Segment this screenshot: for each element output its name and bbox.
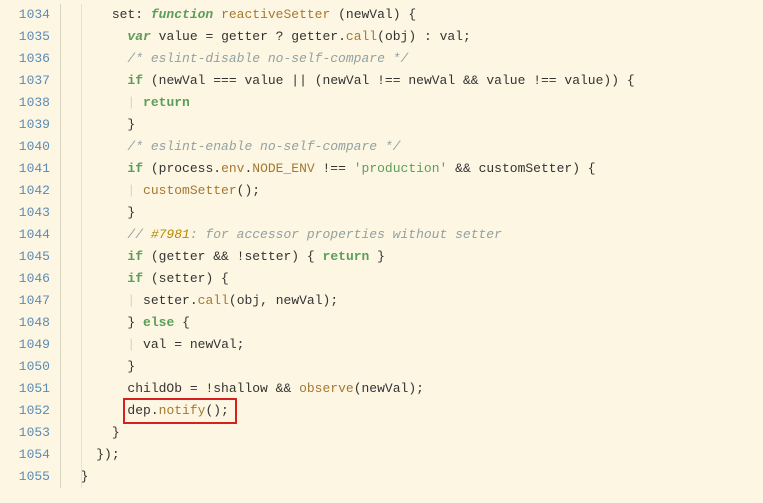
line-number: 1043 [0,202,50,224]
line-number: 1049 [0,334,50,356]
code-line: } [65,114,763,136]
line-number: 1035 [0,26,50,48]
line-number: 1053 [0,422,50,444]
line-number: 1048 [0,312,50,334]
code-line: // #7981: for accessor properties withou… [65,224,763,246]
code-editor: 1034 1035 1036 1037 1038 1039 1040 1041 … [0,0,763,492]
code-line: | customSetter(); [65,180,763,202]
line-number: 1051 [0,378,50,400]
line-number: 1037 [0,70,50,92]
code-line: dep.notify(); [65,400,763,422]
line-number: 1042 [0,180,50,202]
line-number: 1044 [0,224,50,246]
line-number: 1038 [0,92,50,114]
code-line: if (process.env.NODE_ENV !== 'production… [65,158,763,180]
line-number: 1036 [0,48,50,70]
code-line: childOb = !shallow && observe(newVal); [65,378,763,400]
code-line: | return [65,92,763,114]
code-line: set: function reactiveSetter (newVal) { [65,4,763,26]
code-line: } [65,356,763,378]
code-line: } [65,202,763,224]
code-line: }); [65,444,763,466]
code-line: /* eslint-disable no-self-compare */ [65,48,763,70]
line-number: 1050 [0,356,50,378]
line-number: 1041 [0,158,50,180]
code-line: | setter.call(obj, newVal); [65,290,763,312]
code-line: var value = getter ? getter.call(obj) : … [65,26,763,48]
line-number: 1052 [0,400,50,422]
line-number: 1055 [0,466,50,488]
line-number: 1047 [0,290,50,312]
code-line: if (getter && !setter) { return } [65,246,763,268]
code-line: | val = newVal; [65,334,763,356]
code-content[interactable]: set: function reactiveSetter (newVal) { … [60,4,763,488]
line-number: 1054 [0,444,50,466]
code-line: if (newVal === value || (newVal !== newV… [65,70,763,92]
line-number: 1045 [0,246,50,268]
code-line: if (setter) { [65,268,763,290]
code-line: } else { [65,312,763,334]
line-number: 1039 [0,114,50,136]
line-number: 1034 [0,4,50,26]
line-number: 1046 [0,268,50,290]
code-line: } [65,422,763,444]
line-number-gutter: 1034 1035 1036 1037 1038 1039 1040 1041 … [0,4,60,488]
code-line: } [65,466,763,488]
code-line: /* eslint-enable no-self-compare */ [65,136,763,158]
line-number: 1040 [0,136,50,158]
